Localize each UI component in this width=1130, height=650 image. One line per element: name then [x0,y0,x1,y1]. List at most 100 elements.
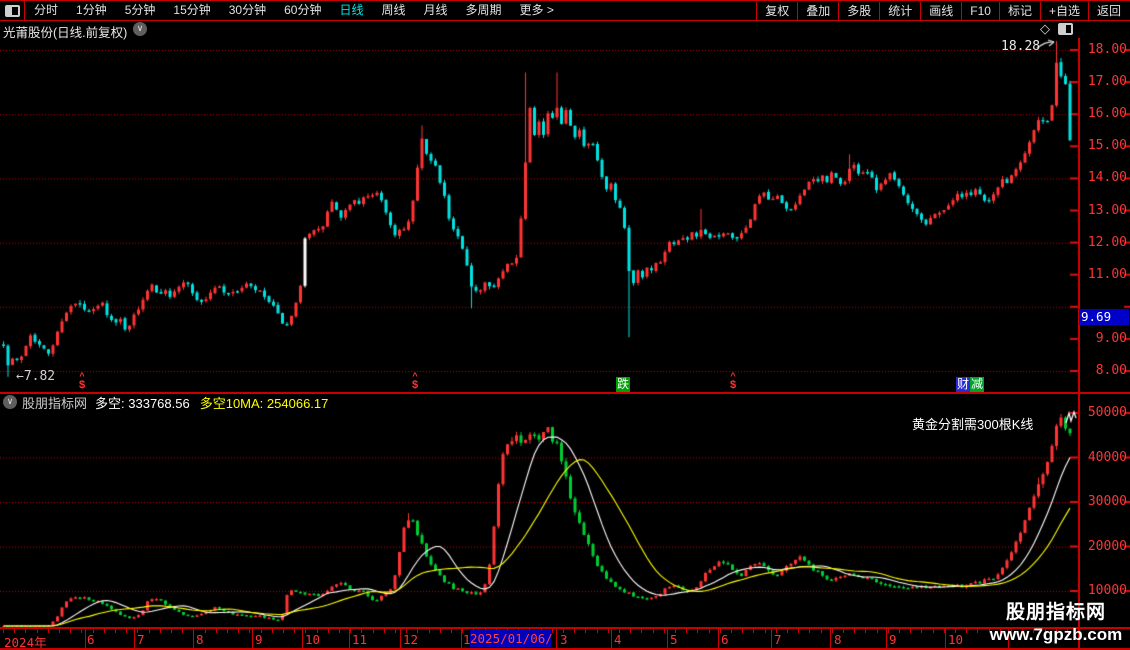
date-tick [663,629,665,633]
action-item-9[interactable]: 返回 [1087,2,1129,21]
flag-char: 财 [956,377,970,392]
date-tick [59,629,60,633]
action-item-5[interactable]: 画线 [920,2,961,21]
flag-char: 减 [970,377,984,392]
low-price-annotation: ←7.82 [16,369,56,384]
date-tick [843,629,844,633]
price-axis-label: 14.00 [1087,170,1127,186]
indicator-axis-label: 30000 [1087,494,1127,509]
flag-marker: 跌 [616,377,630,392]
date-label: 9 [889,632,897,647]
diamond-icon[interactable]: ◇ [1040,21,1050,37]
indicator-pair-label: 多空10MA: [199,395,264,411]
indicator-pair-value: 333768.56 [128,395,190,411]
indicator-axis-label: 20000 [1087,538,1127,554]
action-item-8[interactable]: +自选 [1039,2,1088,21]
high-price-annotation: 18.28 [1001,39,1041,54]
action-item-3[interactable]: 多股 [838,2,879,21]
date-tick [428,629,430,633]
date-label: 10 [305,632,321,647]
date-tick [708,629,710,633]
date-tick [630,629,632,633]
price-axis-label: 8.00 [1095,363,1127,378]
date-tick [383,629,385,633]
date-tick [249,629,251,633]
price-axis-label: 17.00 [1087,74,1127,90]
date-tick [171,629,172,633]
period-tab-2[interactable]: 1分钟 [67,1,116,20]
date-tick [697,629,699,633]
date-tick [831,629,833,633]
date-tick [126,629,128,633]
period-tab-7[interactable]: 日线 [330,1,372,20]
buy-signal-marker: ^ $ [76,372,88,392]
date-tick [327,629,329,633]
date-tick [966,629,968,633]
date-tick [764,629,766,633]
date-label: 3 [560,632,568,647]
price-axis-label: 15.00 [1087,138,1127,154]
action-item-4[interactable]: 统计 [879,2,920,21]
action-item-1[interactable]: 复权 [756,2,797,21]
action-item-7[interactable]: 标记 [998,2,1040,21]
month-divider [718,629,719,648]
date-tick [809,629,811,633]
date-tick [652,629,654,633]
period-tab-10[interactable]: 多周期 [457,1,511,20]
indicator-header: ∨ 股朋指标网 多空: 333768.56 多空10MA: 254066.17 [3,393,338,412]
last-price-badge: 9.69 [1079,308,1129,325]
title-dropdown-icon[interactable]: ∨ [133,22,147,36]
date-label: 7 [137,632,145,647]
action-item-6[interactable]: F10 [961,2,999,21]
date-tick [596,629,598,633]
period-tab-1[interactable]: 分时 [25,1,67,20]
date-tick [204,629,206,633]
date-tick [115,629,116,633]
date-tick [439,629,441,633]
date-tick [876,629,878,633]
split-panel-icon[interactable] [1058,23,1073,35]
layout-toggle-button[interactable] [0,1,25,20]
month-divider [771,629,772,648]
period-tab-8[interactable]: 周线 [372,1,414,20]
trading-app-window: 分时 1分钟 5分钟 15分钟 30分钟 60分钟 日线 周线 月线 多周期 更多 > 复权 叠加 多股… [0,0,1130,650]
indicator-pair-label: 多空: [95,395,125,411]
action-item-2[interactable]: 叠加 [797,2,838,21]
period-tab-3[interactable]: 5分钟 [116,1,165,20]
period-tab-5[interactable]: 30分钟 [220,1,275,20]
date-tick [787,629,788,633]
date-tick [977,629,979,633]
date-tick [451,629,452,633]
period-tab-9[interactable]: 月线 [415,1,457,20]
date-tick [607,629,609,633]
month-divider [886,629,887,648]
period-tab-6[interactable]: 60分钟 [275,1,330,20]
month-divider [945,629,946,648]
month-divider [400,629,401,648]
date-tick [932,629,934,633]
month-divider [461,629,462,648]
date-label: 5 [670,632,678,647]
date-tick [70,629,72,633]
date-tick [215,629,217,633]
charts-canvas[interactable] [0,0,1130,650]
date-label: 4 [614,632,622,647]
date-tick [271,629,273,633]
date-label: 12 [403,632,419,647]
period-tab-4[interactable]: 15分钟 [164,1,219,20]
indicator-dropdown-icon[interactable]: ∨ [3,395,17,409]
month-divider [830,629,831,648]
price-axis-label: 18.00 [1087,42,1127,57]
price-axis-label: 16.00 [1087,106,1127,122]
price-axis-label: 12.00 [1087,234,1127,250]
indicator-value-pair: 多空10MA: 254066.17 [200,393,329,412]
date-axis[interactable]: 2025/01/06/— 2024年67891011121345678910 [0,627,1130,650]
watermark-site-name: 股朋指标网 [1005,602,1106,623]
date-tick [159,629,161,633]
date-tick [372,629,374,633]
month-divider [667,629,668,648]
date-tick [820,629,822,633]
date-tick [182,629,184,633]
period-tab-11[interactable]: 更多 > [511,1,563,20]
price-axis-label: 9.00 [1095,330,1127,346]
